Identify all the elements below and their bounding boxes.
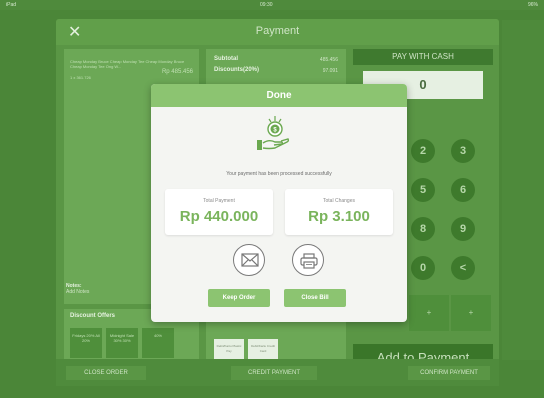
pay-with-cash-header: PAY WITH CASH [353, 49, 493, 65]
quick-add-button[interactable]: + [409, 295, 449, 331]
discount-card[interactable]: 40% [142, 328, 174, 358]
printer-icon [300, 253, 318, 269]
battery-level: 96% [527, 2, 538, 8]
credit-payment-button[interactable]: CREDIT PAYMENT [231, 366, 317, 380]
total-payment-value: Rp 440.000 [179, 208, 259, 225]
dialog-title: Done [151, 84, 407, 107]
background-side-panel [502, 20, 544, 360]
discount-card[interactable]: Midnight Sale 30% 30% [106, 328, 138, 358]
payment-title: Payment [255, 25, 300, 37]
numpad-backspace[interactable]: < [451, 256, 475, 280]
total-changes-card: Total Changes Rp 3.100 [285, 189, 393, 235]
numpad-key-0[interactable]: 0 [411, 256, 435, 280]
print-receipt-button[interactable] [292, 244, 324, 276]
subtotal-label: Subtotal [214, 56, 238, 62]
discount-title: Discount Offers [70, 313, 116, 319]
numpad-key-6[interactable]: 6 [451, 178, 475, 202]
bottom-action-bar: CLOSE ORDER CREDIT PAYMENT CONFIRM PAYME… [56, 359, 499, 386]
success-message: Your payment has been processed successf… [226, 171, 332, 177]
payment-header: ✕ Payment [56, 19, 499, 45]
total-changes-value: Rp 3.100 [308, 208, 370, 225]
email-receipt-button[interactable] [233, 244, 265, 276]
email-icon [241, 253, 259, 267]
keep-order-button[interactable]: Keep Order [208, 289, 270, 307]
numpad-key-2[interactable]: 2 [411, 139, 435, 163]
order-item-name: Cheap Monday Bruce Cheap Monday Tee Chea… [70, 59, 185, 69]
close-order-button[interactable]: CLOSE ORDER [66, 366, 146, 380]
status-bar: iPad 09:30 96% [0, 0, 544, 10]
discounts-label: Discounts(20%) [214, 67, 260, 73]
total-payment-card: Total Payment Rp 440.000 [165, 189, 273, 235]
device-label: iPad [6, 2, 17, 8]
numpad-key-9[interactable]: 9 [451, 217, 475, 241]
hand-coin-icon: $ [257, 116, 290, 150]
add-notes-link[interactable]: Add Notes [66, 289, 89, 295]
discount-card[interactable]: Fridays 20% All 20% [70, 328, 102, 358]
numpad-key-5[interactable]: 5 [411, 178, 435, 202]
order-item-qty: 1 x 361.726 [70, 75, 91, 80]
subtotal-value: 485.456 [319, 57, 338, 63]
confirm-payment-button[interactable]: CONFIRM PAYMENT [408, 366, 490, 380]
done-dialog: Done $ Your payment has been processed s… [151, 84, 407, 322]
numpad-key-8[interactable]: 8 [411, 217, 435, 241]
total-changes-label: Total Changes [323, 198, 355, 204]
numpad-key-3[interactable]: 3 [451, 139, 475, 163]
close-bill-button[interactable]: Close Bill [284, 289, 346, 307]
discounts-value: 97.091 [322, 68, 338, 74]
quick-add-button[interactable]: + [451, 295, 491, 331]
total-payment-label: Total Payment [203, 198, 235, 204]
status-time: 09:30 [260, 2, 273, 8]
